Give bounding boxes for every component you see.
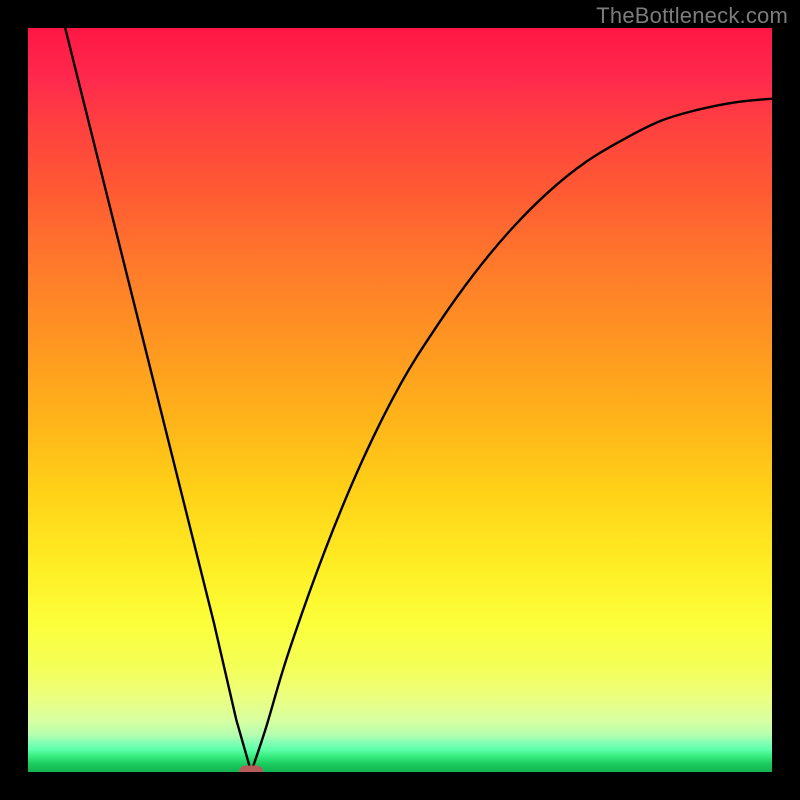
chart-frame: TheBottleneck.com (0, 0, 800, 800)
plot-area (28, 28, 772, 772)
bottleneck-curve (28, 28, 772, 772)
watermark-text: TheBottleneck.com (596, 3, 788, 29)
optimal-marker (239, 766, 263, 773)
